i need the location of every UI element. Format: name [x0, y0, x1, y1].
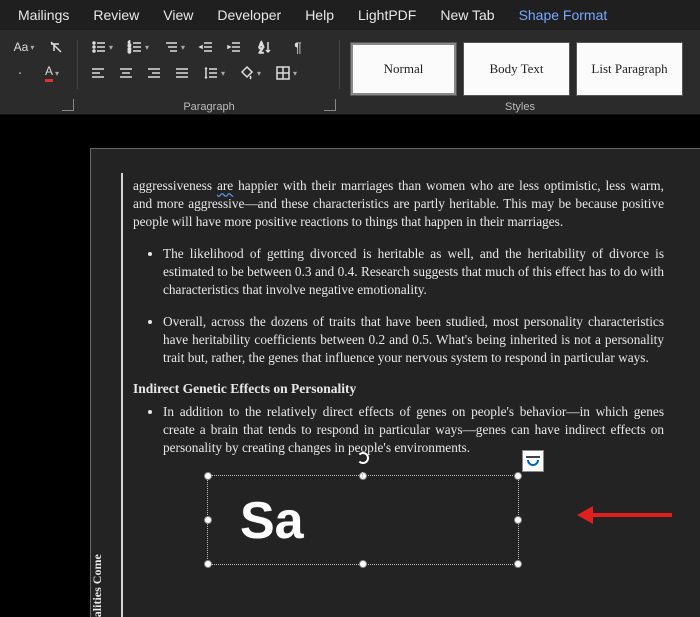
placeholder-dot[interactable]: .	[8, 62, 32, 84]
decrease-indent-button[interactable]	[194, 36, 218, 58]
layout-options-icon[interactable]	[522, 450, 544, 472]
list-item: The likelihood of getting divorced is he…	[163, 245, 664, 299]
svg-text:3: 3	[128, 49, 131, 55]
section-heading: Indirect Genetic Effects on Personality	[133, 380, 664, 398]
document-page[interactable]: alities Come aggressiveness are happier …	[90, 148, 700, 617]
menu-lightpdf[interactable]: LightPDF	[346, 2, 428, 28]
ribbon-group-font: Aa▾ . A▾	[0, 30, 78, 115]
body-paragraph-1: aggressiveness are happier with their ma…	[133, 177, 664, 231]
styles-gallery: Normal Body Text List Paragraph	[348, 36, 692, 102]
menu-bar: Mailings Review View Developer Help Ligh…	[0, 0, 700, 30]
multilevel-list-button[interactable]: ▾	[158, 36, 190, 58]
change-case-button[interactable]: Aa▾	[8, 36, 40, 58]
font-color-button[interactable]: A▾	[36, 62, 68, 84]
resize-handle-bl[interactable]	[204, 560, 212, 568]
bullet-list-2: In addition to the relatively direct eff…	[133, 403, 664, 457]
side-caption: alities Come	[89, 554, 105, 617]
paragraph-dialog-launcher[interactable]	[324, 99, 336, 111]
menu-shape-format[interactable]: Shape Format	[507, 2, 620, 28]
style-tile-body-text[interactable]: Body Text	[463, 42, 570, 96]
menu-developer[interactable]: Developer	[205, 2, 293, 28]
margin-line	[121, 173, 123, 617]
shading-button[interactable]: ▾	[234, 62, 266, 84]
grammar-underline: are	[217, 178, 233, 193]
rotate-handle[interactable]	[357, 452, 369, 464]
menu-help[interactable]: Help	[293, 2, 346, 28]
paragraph-group-label: Paragraph	[78, 101, 340, 113]
resize-handle-tr[interactable]	[514, 472, 522, 480]
numbering-button[interactable]: 123▾	[122, 36, 154, 58]
list-item: Overall, across the dozens of traits tha…	[163, 313, 664, 367]
borders-button[interactable]: ▾	[270, 62, 302, 84]
resize-handle-tl[interactable]	[204, 472, 212, 480]
menu-new-tab[interactable]: New Tab	[428, 2, 506, 28]
ribbon-group-paragraph: ▾ 123▾ ▾ AZ ¶ ▾ ▾ ▾ Paragraph	[78, 30, 340, 115]
menu-view[interactable]: View	[151, 2, 205, 28]
svg-text:Z: Z	[259, 48, 264, 55]
ribbon: Aa▾ . A▾ ▾ 123▾ ▾ AZ ¶ ▾ ▾ ▾	[0, 30, 700, 115]
menu-review[interactable]: Review	[81, 2, 151, 28]
bullet-list: The likelihood of getting divorced is he…	[133, 245, 664, 367]
styles-group-label: Styles	[340, 101, 700, 113]
line-spacing-button[interactable]: ▾	[198, 62, 230, 84]
sort-button[interactable]: AZ	[250, 36, 282, 58]
ribbon-group-styles: Normal Body Text List Paragraph Styles	[340, 30, 700, 115]
bullets-button[interactable]: ▾	[86, 36, 118, 58]
menu-mailings[interactable]: Mailings	[6, 2, 81, 28]
increase-indent-button[interactable]	[222, 36, 246, 58]
resize-handle-mr[interactable]	[514, 516, 522, 524]
style-tile-normal[interactable]: Normal	[350, 42, 457, 96]
justify-button[interactable]	[170, 62, 194, 84]
resize-handle-tm[interactable]	[359, 472, 367, 480]
resize-handle-br[interactable]	[514, 560, 522, 568]
style-tile-list-paragraph[interactable]: List Paragraph	[576, 42, 683, 96]
list-item: In addition to the relatively direct eff…	[163, 403, 664, 457]
wordart-text-box[interactable]: Sa	[207, 475, 519, 565]
align-right-button[interactable]	[142, 62, 166, 84]
resize-handle-bm[interactable]	[359, 560, 367, 568]
align-center-button[interactable]	[114, 62, 138, 84]
font-dialog-launcher[interactable]	[62, 99, 74, 111]
clear-formatting-button[interactable]	[44, 36, 68, 58]
resize-handle-ml[interactable]	[204, 516, 212, 524]
show-hide-marks-button[interactable]: ¶	[286, 36, 310, 58]
wordart-text[interactable]: Sa	[240, 486, 304, 556]
annotation-arrow	[582, 513, 672, 517]
align-left-button[interactable]	[86, 62, 110, 84]
